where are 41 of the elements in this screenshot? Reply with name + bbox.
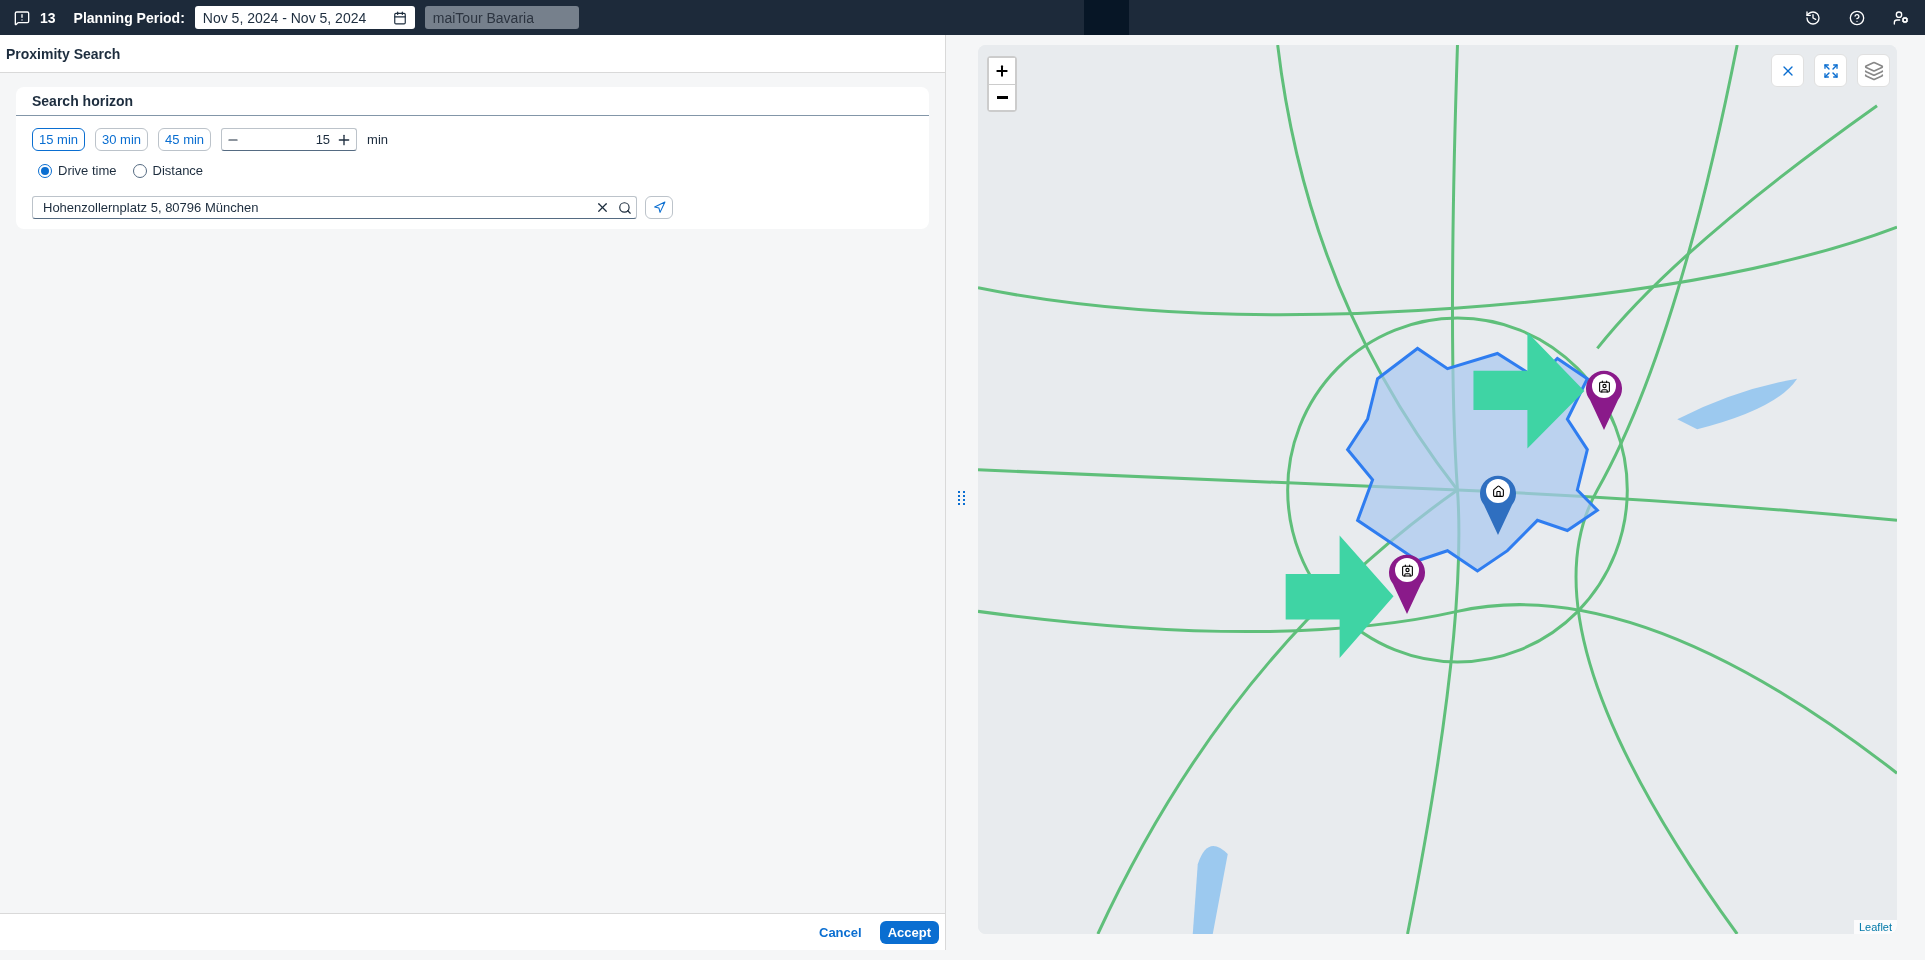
cancel-button[interactable]: Cancel	[811, 920, 870, 944]
radio-label: Drive time	[58, 163, 117, 178]
contact-card-icon	[1597, 379, 1611, 393]
mode-radio[interactable]: Distance	[132, 163, 204, 178]
zoom-out-button[interactable]	[989, 84, 1015, 110]
minutes-stepper[interactable]: 15	[221, 128, 358, 151]
expand-icon	[1822, 62, 1839, 79]
person-map-pin[interactable]	[1387, 552, 1427, 614]
layers-button[interactable]	[1857, 54, 1890, 87]
minutes-input[interactable]: 15	[240, 131, 337, 148]
address-input[interactable]: Hohenzollernplatz 5, 80796 München	[41, 199, 587, 216]
mode-radio[interactable]: Drive time	[38, 163, 117, 178]
plus-icon	[994, 63, 1010, 79]
message-icon	[14, 9, 30, 26]
layers-icon	[1863, 60, 1884, 81]
preset-button[interactable]: 15 min	[32, 128, 86, 151]
date-range-field[interactable]: Nov 5, 2024 - Nov 5, 2024	[194, 6, 415, 29]
thumbnail-placeholder	[1083, 0, 1129, 35]
house-icon	[1491, 484, 1505, 498]
planning-period-label: Planning Period:	[73, 9, 185, 26]
person-map-pin[interactable]	[1584, 368, 1624, 430]
address-field[interactable]: Hohenzollernplatz 5, 80796 München	[32, 196, 637, 219]
clear-icon[interactable]	[595, 200, 610, 215]
minus-icon	[996, 96, 1008, 99]
preset-button[interactable]: 45 min	[158, 128, 212, 151]
calendar-icon[interactable]	[392, 10, 407, 25]
fullscreen-button[interactable]	[1814, 54, 1847, 87]
card-title: Search horizon	[16, 87, 929, 116]
search-icon[interactable]	[618, 200, 632, 215]
preset-button[interactable]: 30 min	[95, 128, 149, 151]
attribution-link[interactable]: Leaflet	[1853, 920, 1897, 934]
splitter-handle[interactable]	[957, 490, 965, 505]
contact-card-icon	[1400, 563, 1414, 577]
notification-count: 13	[40, 9, 56, 26]
unit-label: min	[367, 132, 389, 147]
accept-button[interactable]: Accept	[879, 920, 939, 944]
panel-title: Proximity Search	[0, 35, 945, 73]
home-map-pin[interactable]	[1478, 473, 1518, 535]
locate-button[interactable]	[645, 196, 673, 219]
radio-label: Distance	[152, 163, 204, 178]
navigation-arrow-icon	[652, 201, 666, 214]
